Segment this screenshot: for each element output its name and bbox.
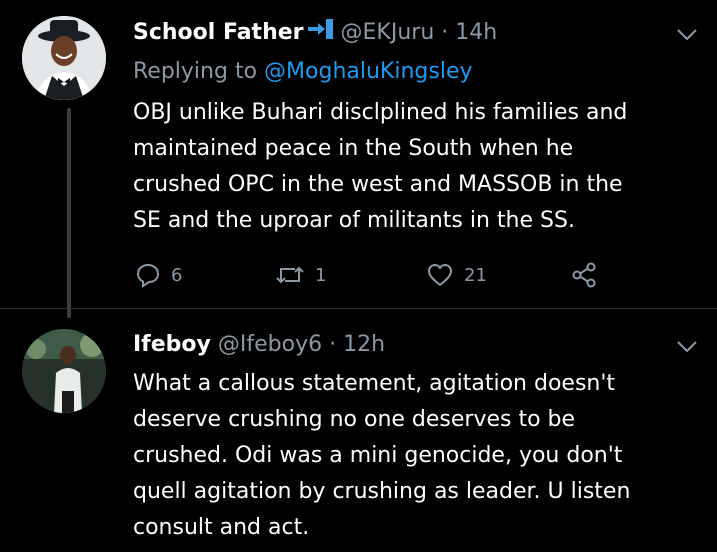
text-line: consult and act.	[133, 515, 310, 540]
timestamp[interactable]: 12h	[343, 332, 385, 357]
arrow-to-blue-bar-icon	[306, 18, 334, 48]
retweet-count: 1	[315, 264, 327, 286]
reply-count: 6	[171, 264, 183, 286]
tweet-1[interactable]: School Father @EKJuru · 14h Replying to …	[0, 0, 717, 318]
tweet-2[interactable]: Ifeboy @Ifeboy6 · 12h What a callous sta…	[0, 309, 717, 552]
avatar-image	[22, 329, 106, 413]
heart-icon	[427, 263, 453, 287]
display-name[interactable]: School Father	[133, 20, 304, 45]
tweet-header: School Father @EKJuru · 14h	[133, 18, 497, 48]
text-line: deserve crushing no one deserves to be	[133, 407, 576, 432]
reply-button[interactable]: 6	[135, 260, 182, 290]
display-name[interactable]: Ifeboy	[133, 332, 211, 357]
chevron-down-icon[interactable]	[676, 28, 698, 42]
chevron-down-icon[interactable]	[676, 340, 698, 354]
like-count: 21	[464, 264, 487, 286]
text-line: crushed OPC in the west and MASSOB in th…	[133, 172, 623, 197]
retweet-button[interactable]: 1	[275, 260, 326, 290]
like-button[interactable]: 21	[426, 260, 487, 290]
avatar-ifeboy[interactable]	[22, 329, 106, 413]
avatar-image	[22, 16, 106, 100]
text-line: quell agitation by crushing as leader. U…	[133, 479, 631, 504]
tweet-header: Ifeboy @Ifeboy6 · 12h	[133, 330, 385, 360]
mention-link[interactable]: @MoghaluKingsley	[264, 59, 472, 84]
replying-to: Replying to @MoghaluKingsley	[133, 57, 473, 87]
replying-prefix: Replying to	[133, 59, 258, 84]
tweet-text: What a callous statement, agitation does…	[133, 366, 630, 546]
share-button[interactable]	[570, 260, 598, 290]
avatar-school-father[interactable]	[22, 16, 106, 100]
reply-icon	[136, 263, 160, 288]
dot-separator: ·	[441, 20, 449, 45]
handle[interactable]: @Ifeboy6	[218, 332, 322, 357]
timestamp[interactable]: 14h	[455, 20, 497, 45]
text-line: maintained peace in the South when he	[133, 136, 574, 161]
text-line: SE and the uproar of militants in the SS…	[133, 208, 575, 233]
text-line: OBJ unlike Buhari disclplined his famili…	[133, 100, 628, 125]
tweet-actions: 6 1 21	[0, 260, 717, 290]
handle[interactable]: @EKJuru	[341, 20, 435, 45]
text-line: What a callous statement, agitation does…	[133, 371, 616, 396]
tweet-text: OBJ unlike Buhari disclplined his famili…	[133, 95, 627, 239]
dot-separator: ·	[329, 332, 337, 357]
text-line: crushed. Odi was a mini genocide, you do…	[133, 443, 623, 468]
share-icon	[572, 262, 596, 288]
retweet-icon	[276, 266, 304, 284]
